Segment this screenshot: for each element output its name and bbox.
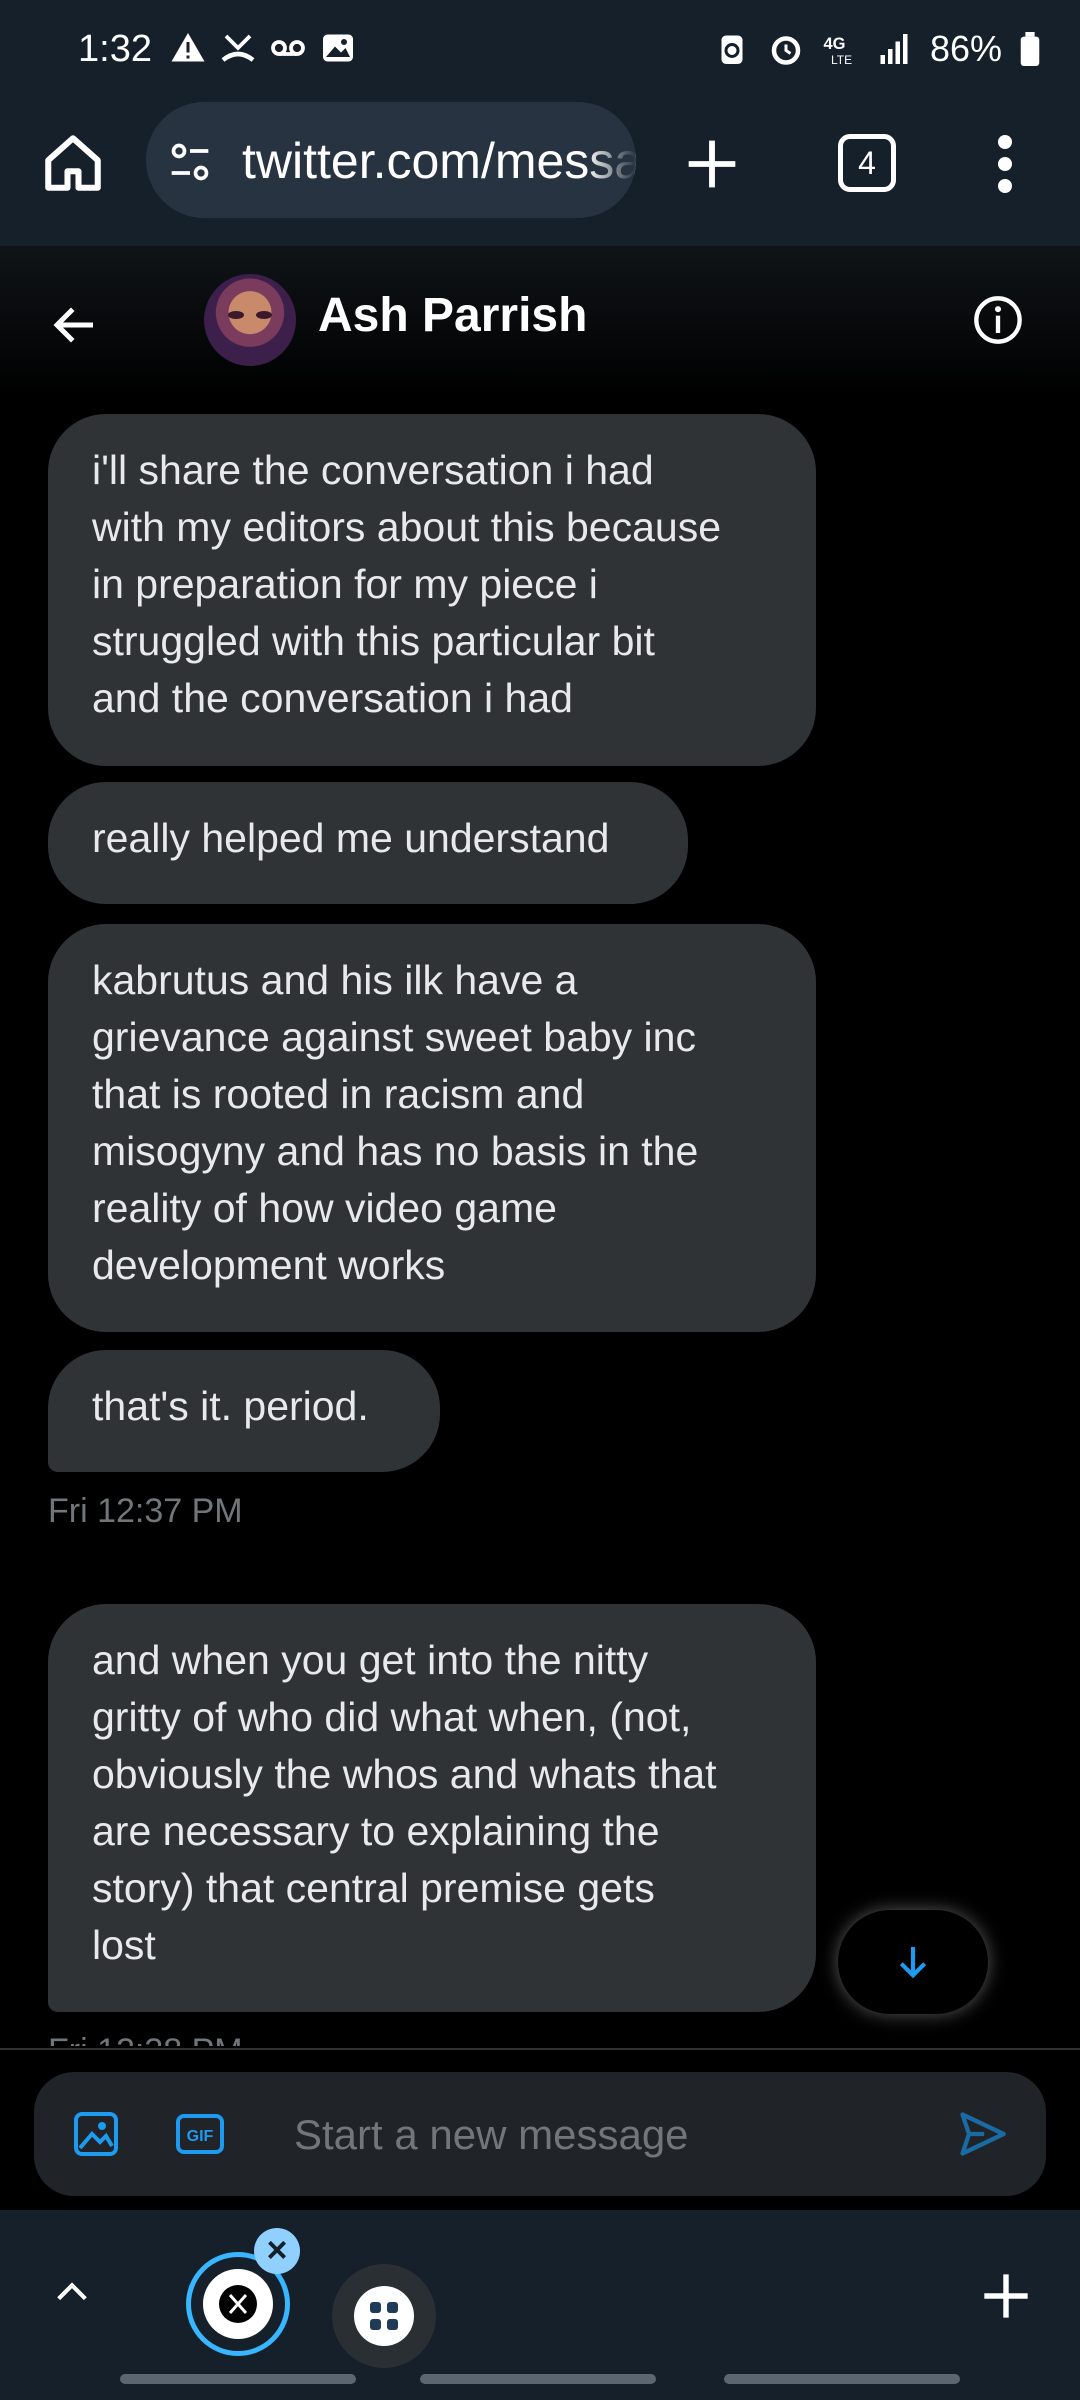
browser-toolbar: twitter.com/messages/ 4: [0, 96, 1080, 248]
svg-text:GIF: GIF: [187, 2128, 214, 2145]
battery-percent: 86%: [929, 28, 1002, 69]
tab-switcher-button[interactable]: 4: [838, 134, 896, 192]
network-4g-icon: 4GLTE: [823, 35, 852, 67]
status-bar: 1:32 4G LTE 86%: [0, 0, 1080, 96]
message-input[interactable]: [292, 2072, 936, 2198]
message-bubble[interactable]: and when you get into the nitty gritty o…: [48, 1604, 816, 2012]
site-settings-icon[interactable]: [168, 140, 212, 184]
message-timestamp: Fri 12:37 PM: [48, 1492, 243, 1530]
address-bar[interactable]: twitter.com/messages/: [146, 102, 636, 218]
message-bubble[interactable]: really helped me understand: [48, 782, 688, 904]
browser-bottom-bar: ×: [0, 2210, 1080, 2400]
message-composer: GIF: [34, 2072, 1046, 2198]
divider: [0, 2048, 1080, 2050]
new-tab-icon[interactable]: [684, 136, 740, 192]
second-app-tab[interactable]: [332, 2264, 436, 2368]
gesture-bar: [120, 2374, 356, 2384]
scroll-to-bottom-button[interactable]: [838, 1910, 988, 2014]
alarm-icon: [771, 36, 801, 65]
back-arrow-icon[interactable]: [48, 298, 102, 352]
contact-name[interactable]: Ash Parrish: [318, 288, 587, 343]
app-logo-icon: [354, 2286, 414, 2346]
system-status-icons: 4G LTE 86%: [714, 28, 1040, 70]
info-icon[interactable]: [972, 294, 1024, 346]
image-upload-icon[interactable]: [72, 2110, 120, 2158]
message-bubble[interactable]: i'll share the conversation i had with m…: [48, 414, 816, 766]
more-menu-icon[interactable]: [990, 134, 1020, 194]
send-icon[interactable]: [956, 2108, 1008, 2160]
add-icon[interactable]: [980, 2270, 1032, 2322]
message-bubble[interactable]: kabrutus and his ilk have a grievance ag…: [48, 924, 816, 1332]
url-text[interactable]: twitter.com/messages/: [242, 132, 636, 190]
message-bubble[interactable]: that's it. period.: [48, 1350, 440, 1472]
missed-call-icon: [221, 34, 255, 62]
svg-text:4G: 4G: [823, 35, 845, 53]
warning-icon: [171, 33, 205, 62]
avatar[interactable]: [204, 274, 296, 366]
gesture-bar: [420, 2374, 656, 2384]
avatar-detail: [228, 311, 272, 319]
gesture-bar: [724, 2374, 960, 2384]
chevron-up-icon[interactable]: [52, 2272, 92, 2312]
image-notification-icon: [323, 34, 353, 62]
battery-icon: [1020, 32, 1040, 66]
close-tab-icon[interactable]: ×: [254, 2228, 300, 2274]
arrow-down-icon: [899, 1947, 927, 1979]
recycle-icon: [721, 35, 743, 64]
conversation-header: Ash Parrish: [0, 246, 1080, 396]
x-logo-icon: [203, 2269, 273, 2339]
voicemail-icon: [271, 40, 305, 56]
signal-icon: [880, 34, 908, 64]
notification-icons: [170, 30, 356, 66]
svg-text:LTE: LTE: [831, 53, 852, 67]
message-timestamp: Fri 12:38 PM: [48, 2032, 243, 2046]
home-icon[interactable]: [40, 130, 106, 196]
status-time: 1:32: [78, 28, 152, 70]
gif-icon[interactable]: GIF: [176, 2110, 224, 2158]
message-list[interactable]: i'll share the conversation i had with m…: [0, 396, 1080, 2046]
